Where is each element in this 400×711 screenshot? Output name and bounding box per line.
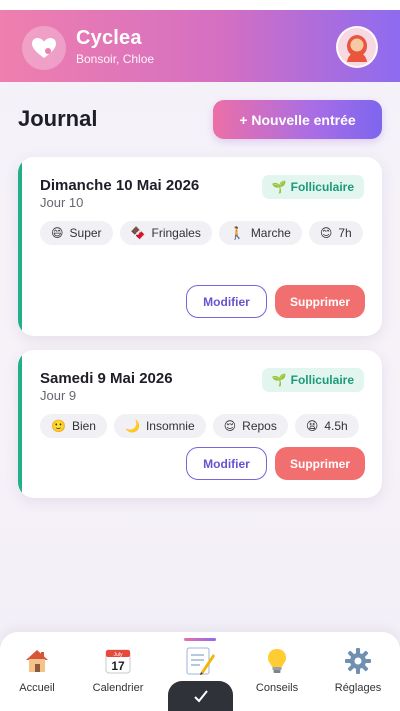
memo-pencil-icon xyxy=(165,646,235,676)
logo xyxy=(22,26,66,70)
entry-date: Samedi 9 Mai 2026 xyxy=(40,370,173,387)
calendar-day: 17 xyxy=(111,659,125,673)
walking-icon: 🚶 xyxy=(229,226,245,240)
slightly-smiling-face-icon: 🙂 xyxy=(51,419,66,433)
activity-tag: 🚶 Marche xyxy=(218,221,302,245)
phase-label: Folliculaire xyxy=(290,373,354,387)
symptom-tag: 🌙 Insomnie xyxy=(113,414,206,438)
moon-icon: 🌙 xyxy=(124,419,140,433)
toast xyxy=(168,681,233,711)
app-title: Cyclea xyxy=(76,27,142,49)
smiling-face-icon: 😊 xyxy=(319,226,333,240)
tag-label: Marche xyxy=(250,226,291,240)
entry-cycle-day: Jour 10 xyxy=(40,195,84,210)
page-title: Journal xyxy=(18,106,98,131)
grinning-face-icon: 😄 xyxy=(51,226,64,240)
symptom-tag: 🍫 Fringales xyxy=(119,221,212,245)
sleep-tag: 😊 7h xyxy=(308,221,363,245)
nav-item-settings[interactable]: Réglages xyxy=(323,646,393,694)
heart-logo-icon xyxy=(32,38,56,58)
phase-label: Folliculaire xyxy=(290,180,354,194)
nav-item-journal[interactable] xyxy=(165,646,235,682)
delete-button[interactable]: Supprimer xyxy=(275,285,365,318)
tag-label: Repos xyxy=(242,419,277,433)
entry-tags: 🙂 Bien 🌙 Insomnie 😌 Repos 😫 4.5h xyxy=(40,414,368,438)
tag-label: Super xyxy=(69,226,102,240)
home-icon xyxy=(2,646,72,676)
sprout-icon: 🌱 xyxy=(271,373,287,387)
avatar[interactable] xyxy=(336,26,378,68)
nav-label: Conseils xyxy=(255,682,299,694)
tag-label: 4.5h xyxy=(324,419,348,433)
nav-item-tips[interactable]: Conseils xyxy=(242,646,312,694)
nav-label: Accueil xyxy=(19,682,55,694)
sprout-icon: 🌱 xyxy=(271,180,287,194)
nav-item-home[interactable]: Accueil xyxy=(2,646,72,694)
tag-label: Insomnie xyxy=(145,419,195,433)
gear-icon xyxy=(323,646,393,676)
nav-item-calendar[interactable]: July 17 Calendrier xyxy=(83,646,153,694)
tag-label: 7h xyxy=(338,226,352,240)
phase-badge: 🌱 Folliculaire xyxy=(261,368,364,392)
journal-entry-card: Samedi 9 Mai 2026 Jour 9 🌱 Folliculaire … xyxy=(18,350,382,498)
greeting: Bonsoir, Chloe xyxy=(76,52,155,66)
nav-label: Réglages xyxy=(334,682,382,694)
tag-label: Fringales xyxy=(151,226,201,240)
new-entry-button[interactable]: + Nouvelle entrée xyxy=(213,100,382,139)
active-tab-indicator xyxy=(184,638,216,641)
nav-label: Calendrier xyxy=(92,682,144,694)
mood-tag: 😄 Super xyxy=(40,221,113,245)
user-avatar-icon xyxy=(347,35,367,62)
delete-button[interactable]: Supprimer xyxy=(275,447,365,480)
sleep-tag: 😫 4.5h xyxy=(294,414,359,438)
relieved-face-icon: 😌 xyxy=(223,419,237,433)
app-header: Cyclea Bonsoir, Chloe xyxy=(0,10,400,82)
mood-tag: 🙂 Bien xyxy=(40,414,107,438)
entry-date: Dimanche 10 Mai 2026 xyxy=(40,177,200,194)
chocolate-icon: 🍫 xyxy=(130,226,146,240)
calendar-icon: July 17 xyxy=(83,646,153,676)
tired-face-icon: 😫 xyxy=(305,419,319,433)
check-icon xyxy=(193,690,208,703)
tag-label: Bien xyxy=(71,419,96,433)
status-bar xyxy=(0,0,400,10)
entry-tags: 😄 Super 🍫 Fringales 🚶 Marche 😊 7h xyxy=(40,221,368,245)
activity-tag: 😌 Repos xyxy=(212,414,288,438)
journal-entry-card: Dimanche 10 Mai 2026 Jour 10 🌱 Follicula… xyxy=(18,157,382,336)
lightbulb-icon xyxy=(242,646,312,676)
phase-badge: 🌱 Folliculaire xyxy=(261,175,364,199)
entry-cycle-day: Jour 9 xyxy=(40,388,77,403)
calendar-month: July xyxy=(114,652,123,658)
edit-button[interactable]: Modifier xyxy=(186,285,267,318)
edit-button[interactable]: Modifier xyxy=(186,447,267,480)
